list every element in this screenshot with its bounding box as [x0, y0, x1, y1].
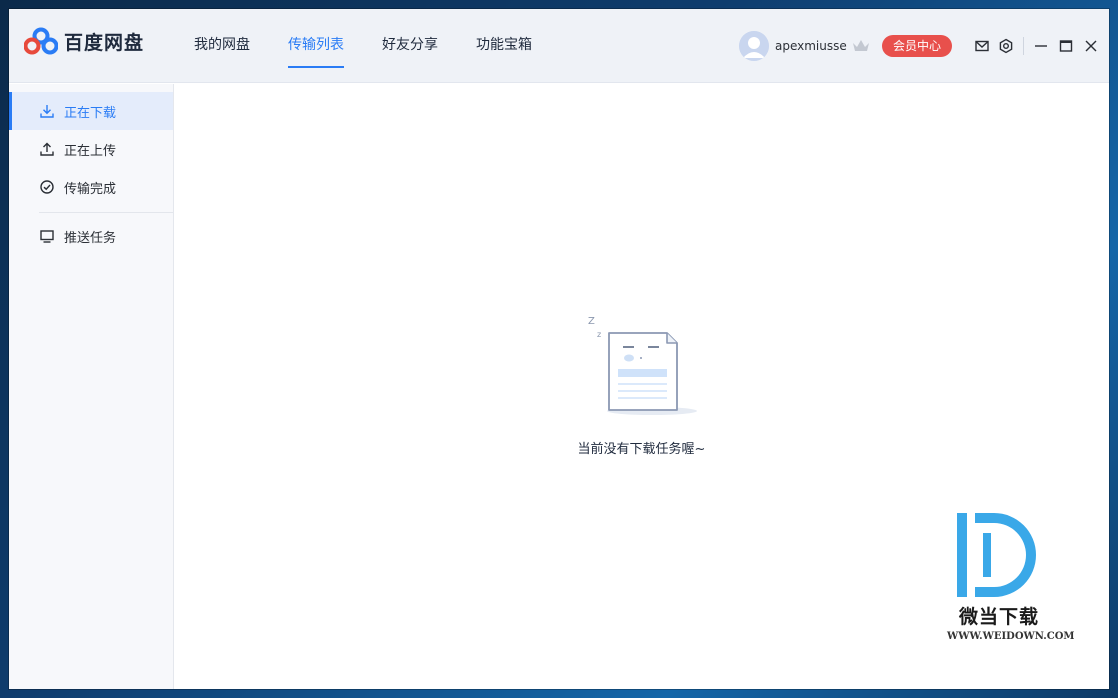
vip-center-button[interactable]: 会员中心: [882, 35, 952, 57]
check-circle-icon: [40, 180, 54, 194]
watermark: 微当下载 WWW.WEIDOWN.COM: [939, 509, 1074, 642]
sidebar-item-label: 传输完成: [64, 182, 117, 197]
tab-my-drive[interactable]: 我的网盘: [194, 9, 250, 83]
username[interactable]: apexmiusse: [775, 39, 847, 53]
sidebar: 正在下载 正在上传 传输完成 推送任务: [9, 84, 174, 689]
tab-friend-share[interactable]: 好友分享: [382, 9, 438, 83]
sidebar-item-label: 正在下载: [64, 106, 117, 121]
watermark-brand: 微当下载: [959, 606, 1040, 628]
sidebar-item-downloading[interactable]: 正在下载: [9, 92, 173, 130]
main-nav: 我的网盘 传输列表 好友分享 功能宝箱: [194, 9, 570, 83]
watermark-url: WWW.WEIDOWN.COM: [947, 631, 1075, 642]
monitor-icon: [40, 230, 54, 243]
close-icon[interactable]: [1083, 38, 1099, 54]
sidebar-item-label: 正在上传: [64, 144, 117, 159]
maximize-icon[interactable]: [1058, 38, 1074, 54]
avatar[interactable]: [739, 31, 769, 61]
settings-icon[interactable]: [998, 38, 1014, 54]
upload-icon: [40, 142, 54, 156]
tab-transfer-list[interactable]: 传输列表: [288, 9, 344, 83]
sidebar-divider: [39, 212, 173, 213]
app-window: 百度网盘 我的网盘 传输列表 好友分享 功能宝箱 apexmiusse 会员中心: [9, 9, 1109, 689]
titlebar-separator: [1023, 37, 1024, 55]
user-info[interactable]: apexmiusse: [739, 31, 870, 61]
sidebar-item-uploading[interactable]: 正在上传: [9, 130, 173, 168]
mail-icon[interactable]: [974, 38, 990, 54]
sidebar-item-completed[interactable]: 传输完成: [9, 168, 173, 206]
sleeping-document-icon: Z z: [588, 316, 697, 415]
empty-state-message: 当前没有下载任务喔~: [577, 442, 706, 457]
baidu-cloud-logo-icon: [24, 27, 58, 55]
app-name: 百度网盘: [64, 31, 145, 54]
title-bar: 百度网盘 我的网盘 传输列表 好友分享 功能宝箱 apexmiusse 会员中心: [9, 9, 1109, 83]
download-icon: [40, 105, 54, 118]
app-logo: 百度网盘: [24, 27, 144, 55]
svg-text:z: z: [597, 330, 601, 339]
sidebar-item-label: 推送任务: [64, 231, 117, 246]
weidown-logo-icon: [957, 513, 1036, 597]
crown-icon: [852, 40, 869, 51]
tab-toolbox[interactable]: 功能宝箱: [476, 9, 532, 83]
avatar-person-icon: [739, 31, 769, 61]
minimize-icon[interactable]: [1033, 38, 1049, 54]
sidebar-item-push-tasks[interactable]: 推送任务: [9, 217, 173, 255]
svg-text:Z: Z: [588, 316, 595, 327]
